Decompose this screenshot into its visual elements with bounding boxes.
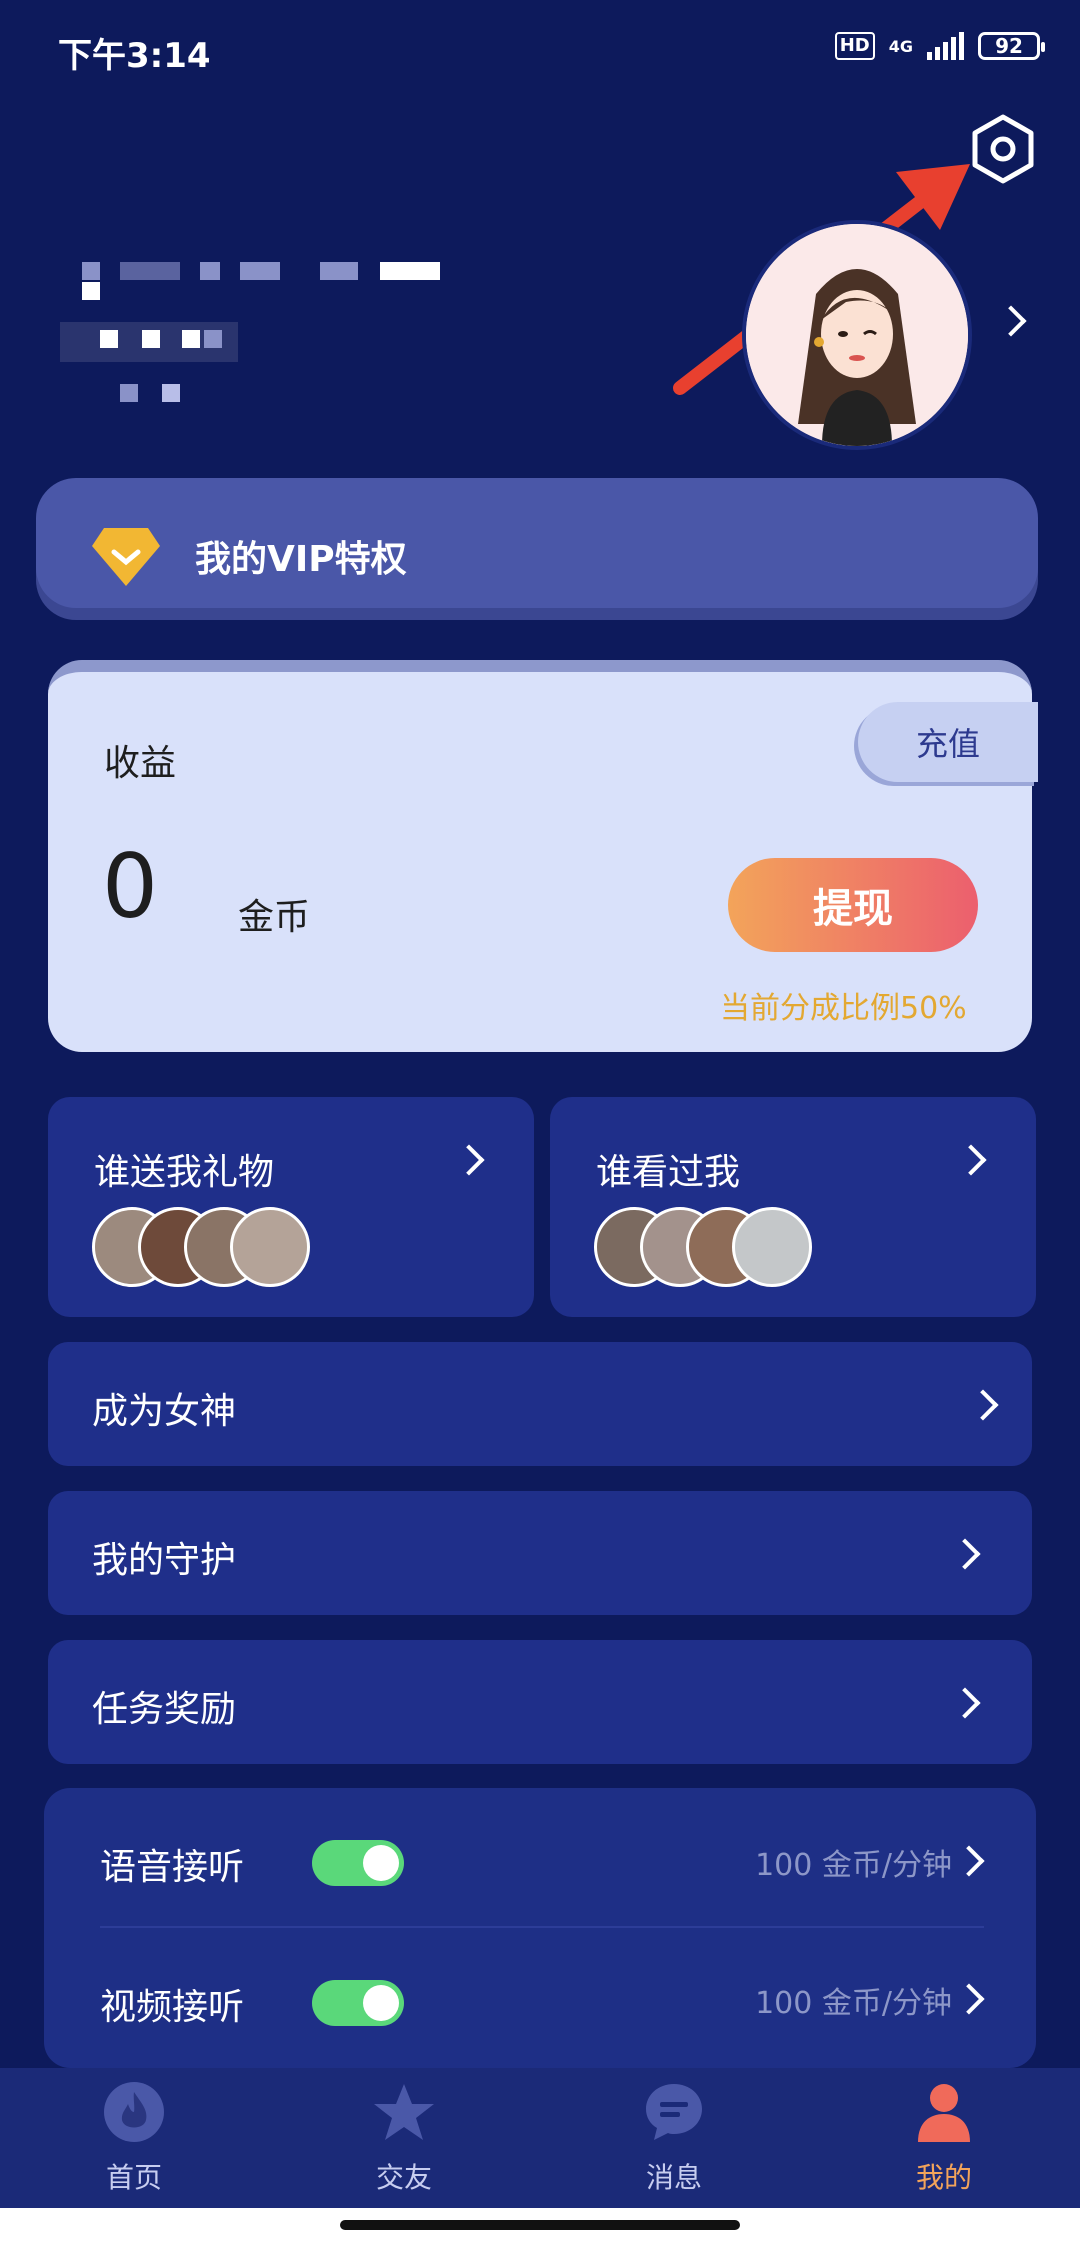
- avatar[interactable]: [742, 220, 972, 450]
- vip-banner[interactable]: [36, 478, 1038, 608]
- battery-icon: 92: [978, 32, 1045, 60]
- row-label: 任务奖励: [92, 1689, 237, 1730]
- fire-icon: [104, 2082, 164, 2142]
- row-become-goddess[interactable]: 成为女神: [48, 1342, 1032, 1466]
- chevron-right-icon: [955, 1144, 987, 1176]
- nav-label: 消息: [645, 2161, 702, 2194]
- user-icon: [918, 2084, 970, 2142]
- profile-chevron-icon[interactable]: [995, 305, 1027, 337]
- status-icons: HD 4G 92: [834, 32, 1045, 60]
- voice-price: 100 金币/分钟: [755, 1848, 952, 1883]
- network-label: 4G: [888, 36, 913, 56]
- chat-icon: [646, 2084, 702, 2140]
- chevron-right-icon: [949, 1538, 981, 1570]
- nav-profile[interactable]: 我的: [864, 2080, 1024, 2196]
- chevron-right-icon: [967, 1389, 999, 1421]
- gift-senders-title: 谁送我礼物: [94, 1152, 275, 1193]
- video-answer-toggle[interactable]: [312, 1980, 404, 2026]
- avatar: [230, 1207, 310, 1287]
- gift-senders-card[interactable]: 谁送我礼物: [48, 1097, 534, 1317]
- row-task-rewards[interactable]: 任务奖励: [48, 1640, 1032, 1764]
- video-answer-label: 视频接听: [100, 1987, 245, 2028]
- row-label: 我的守护: [92, 1540, 237, 1581]
- divider: [100, 1926, 984, 1928]
- profile-info-redacted: [60, 262, 440, 412]
- nav-label: 首页: [105, 2161, 162, 2194]
- vip-label: 我的VIP特权: [195, 539, 407, 580]
- hd-icon: HD: [834, 32, 875, 60]
- chevron-right-icon: [949, 1687, 981, 1719]
- row-label: 成为女神: [92, 1391, 237, 1432]
- chevron-right-icon[interactable]: [953, 1845, 985, 1877]
- status-time: 下午3:14: [58, 36, 211, 76]
- home-indicator[interactable]: [340, 2220, 740, 2230]
- nav-messages[interactable]: 消息: [594, 2080, 754, 2196]
- nav-label: 我的: [915, 2161, 972, 2194]
- star-icon: [374, 2084, 434, 2140]
- signal-icon: [927, 32, 964, 60]
- battery-level: 92: [995, 34, 1023, 58]
- withdraw-button[interactable]: 提现: [728, 858, 978, 952]
- visitors-card[interactable]: 谁看过我: [550, 1097, 1036, 1317]
- earnings-unit: 金币: [238, 897, 311, 938]
- visitors-title: 谁看过我: [596, 1152, 741, 1193]
- avatar: [732, 1207, 812, 1287]
- row-my-guardian[interactable]: 我的守护: [48, 1491, 1032, 1615]
- call-settings-card: 语音接听 100 金币/分钟 视频接听 100 金币/分钟: [44, 1788, 1036, 2068]
- chevron-right-icon[interactable]: [953, 1983, 985, 2015]
- voice-answer-toggle[interactable]: [312, 1840, 404, 1886]
- nav-home[interactable]: 首页: [54, 2080, 214, 2196]
- share-ratio-text: 当前分成比例50%: [720, 991, 967, 1026]
- video-price: 100 金币/分钟: [755, 1986, 952, 2021]
- nav-friends[interactable]: 交友: [324, 2080, 484, 2196]
- chevron-right-icon: [453, 1144, 485, 1176]
- earnings-title: 收益: [104, 743, 177, 784]
- vip-diamond-icon: [90, 524, 162, 592]
- recharge-button[interactable]: 充值: [858, 702, 1038, 782]
- earnings-value: 0: [102, 835, 158, 938]
- nav-label: 交友: [375, 2161, 432, 2194]
- voice-answer-label: 语音接听: [100, 1847, 245, 1888]
